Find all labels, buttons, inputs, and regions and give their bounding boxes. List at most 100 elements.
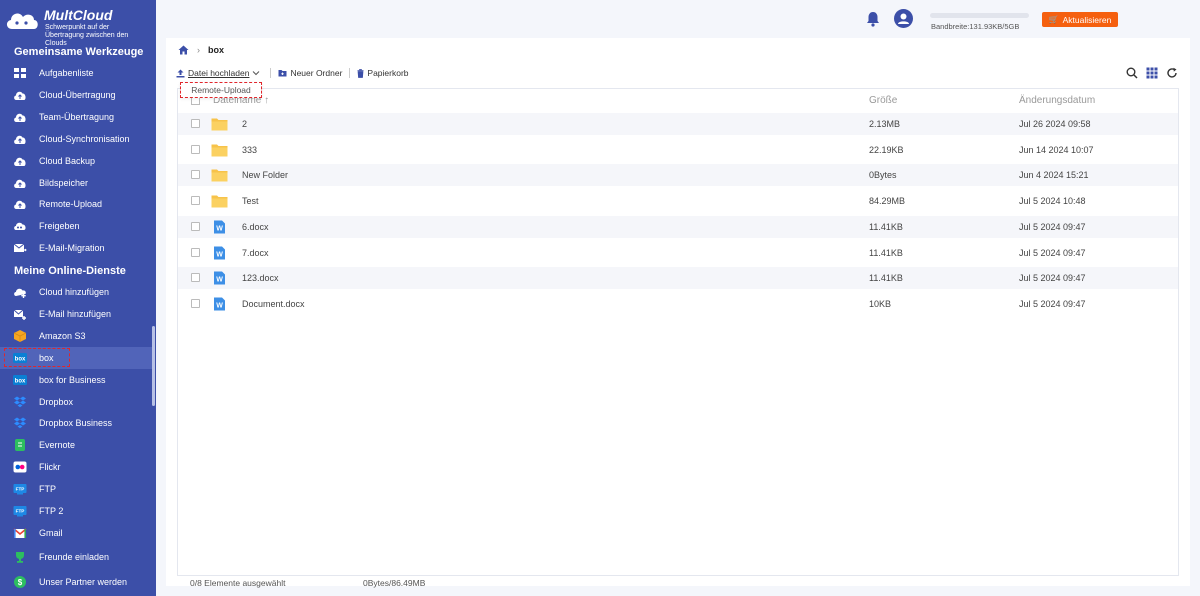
sidebar-item-gmail[interactable]: Gmail: [0, 522, 152, 544]
remote-upload-menu-item[interactable]: Remote-Upload: [180, 82, 262, 98]
table-row[interactable]: New Folder 0Bytes Jun 4 2024 15:21: [178, 164, 1178, 187]
bell-icon[interactable]: [866, 11, 880, 27]
folder-icon: [211, 194, 228, 208]
top-bar: Bandbreite:131.93KB/5GB 🛒 Aktualisieren: [156, 0, 1200, 38]
row-checkbox[interactable]: [191, 196, 200, 206]
breadcrumb-current[interactable]: box: [208, 45, 224, 55]
storage-used: 0Bytes/86.49MB: [363, 578, 426, 588]
sidebar-item-box-for-business[interactable]: box box for Business: [0, 369, 152, 391]
sidebar-item-freunde-einladen[interactable]: Freunde einladen: [0, 546, 152, 568]
sidebar-item-remote-upload[interactable]: Remote-Upload: [0, 193, 152, 215]
status-footer: 0/8 Elemente ausgewählt 0Bytes/86.49MB: [166, 578, 1190, 592]
word-doc-icon: W: [211, 246, 228, 260]
table-row[interactable]: Test 84.29MB Jul 5 2024 10:48: [178, 190, 1178, 212]
section-services-title: Meine Online-Dienste: [14, 265, 126, 277]
column-header-date[interactable]: Änderungsdatum: [1019, 95, 1095, 106]
box-business-icon: box: [13, 373, 27, 387]
gmail-icon: [13, 526, 27, 540]
refresh-icon[interactable]: [1166, 67, 1178, 79]
file-date: Jun 4 2024 15:21: [1019, 170, 1089, 181]
selection-count: 0/8 Elemente ausgewählt: [190, 578, 286, 588]
sidebar-item-dropbox[interactable]: Dropbox: [0, 391, 152, 413]
file-name[interactable]: New Folder: [242, 170, 288, 180]
row-checkbox[interactable]: [191, 221, 200, 231]
dropbox-business-icon: [13, 416, 27, 430]
table-row[interactable]: W 123.docx 11.41KB Jul 5 2024 09:47: [178, 267, 1178, 290]
file-name[interactable]: 333: [242, 145, 257, 155]
row-checkbox[interactable]: [191, 298, 200, 308]
row-checkbox[interactable]: [191, 170, 200, 180]
trash-label: Papierkorb: [367, 68, 409, 78]
cloud-backup-icon: [13, 154, 27, 168]
sidebar-item-label: Gmail: [39, 527, 63, 538]
sidebar-item-unser-partner-werden[interactable]: $ Unser Partner werden: [0, 571, 152, 593]
svg-text:box: box: [15, 378, 26, 384]
file-size: 84.29MB: [869, 196, 906, 207]
sidebar-item-cloud-hinzufügen[interactable]: Cloud hinzufügen: [0, 281, 152, 303]
sidebar-item-aufgabenliste[interactable]: Aufgabenliste: [0, 62, 152, 84]
table-row[interactable]: W Document.docx 10KB Jul 5 2024 09:47: [178, 293, 1178, 315]
trophy-icon: [13, 550, 27, 564]
table-row[interactable]: W 6.docx 11.41KB Jul 5 2024 09:47: [178, 215, 1178, 238]
file-size: 11.41KB: [869, 273, 903, 284]
file-date: Jul 5 2024 09:47: [1019, 273, 1086, 284]
svg-text:$: $: [18, 578, 23, 587]
trash-icon: [357, 68, 364, 78]
multcloud-logo[interactable]: MultCloud Schwerpunkt auf der Übertragun…: [4, 4, 154, 47]
sidebar-item-ftp[interactable]: FTP FTP: [0, 478, 152, 500]
svg-text:W: W: [216, 277, 223, 284]
upgrade-button[interactable]: 🛒 Aktualisieren: [1042, 12, 1118, 27]
sidebar-item-bildspeicher[interactable]: Bildspeicher: [0, 172, 152, 194]
upload-file-button[interactable]: Datei hochladen: [176, 68, 263, 78]
team-transfer-icon: [13, 110, 27, 124]
table-row[interactable]: 333 22.19KB Jun 14 2024 10:07: [178, 139, 1178, 161]
folder-icon: [211, 143, 228, 157]
sidebar-item-e-mail-migration[interactable]: E-Mail-Migration: [0, 237, 152, 259]
svg-text:W: W: [216, 302, 223, 309]
file-name[interactable]: 6.docx: [242, 222, 269, 232]
new-folder-button[interactable]: Neuer Ordner: [278, 68, 342, 78]
search-icon[interactable]: [1126, 67, 1138, 79]
trash-button[interactable]: Papierkorb: [357, 68, 409, 78]
file-size: 11.41KB: [869, 247, 903, 258]
row-checkbox[interactable]: [191, 144, 200, 154]
new-folder-label: Neuer Ordner: [290, 68, 343, 78]
sidebar-item-dropbox-business[interactable]: Dropbox Business: [0, 412, 152, 434]
grid-view-icon[interactable]: [1146, 67, 1158, 79]
view-tools: [1126, 67, 1178, 79]
sidebar-item-label: Dropbox Business: [39, 418, 113, 429]
sidebar-item-label: Cloud-Übertragung: [39, 89, 116, 100]
svg-text:W: W: [216, 225, 223, 232]
file-name[interactable]: 2: [242, 119, 247, 129]
cart-icon: 🛒: [1048, 15, 1059, 24]
sidebar-scrollbar[interactable]: [152, 326, 155, 406]
sidebar-item-cloud-synchronisation[interactable]: Cloud-Synchronisation: [0, 128, 152, 150]
table-row[interactable]: 2 2.13MB Jul 26 2024 09:58: [178, 113, 1178, 135]
file-name[interactable]: Document.docx: [242, 299, 305, 309]
file-name[interactable]: 123.docx: [242, 273, 279, 283]
sidebar-item-amazon-s3[interactable]: Amazon S3: [0, 325, 152, 347]
brand-tagline: Schwerpunkt auf der Übertragung zwischen…: [45, 24, 129, 47]
image-save-icon: [13, 176, 27, 190]
toolbar-divider: [349, 68, 351, 78]
dollar-icon: $: [13, 575, 27, 589]
sidebar-item-cloud-übertragung[interactable]: Cloud-Übertragung: [0, 84, 152, 106]
sidebar-item-evernote[interactable]: Evernote: [0, 434, 152, 456]
column-header-size[interactable]: Größe: [869, 95, 897, 106]
sidebar-item-cloud-backup[interactable]: Cloud Backup: [0, 150, 152, 172]
sidebar-item-team-übertragung[interactable]: Team-Übertragung: [0, 106, 152, 128]
sidebar-item-ftp-2[interactable]: FTP FTP 2: [0, 500, 152, 522]
table-row[interactable]: W 7.docx 11.41KB Jul 5 2024 09:47: [178, 242, 1178, 264]
home-icon[interactable]: [178, 45, 189, 55]
sidebar-item-flickr[interactable]: Flickr: [0, 456, 152, 478]
sidebar-item-e-mail-hinzufügen[interactable]: E-Mail hinzufügen: [0, 303, 152, 325]
row-checkbox[interactable]: [191, 247, 200, 257]
row-checkbox[interactable]: [191, 273, 200, 283]
sidebar-item-freigeben[interactable]: Freigeben: [0, 215, 152, 237]
file-name[interactable]: 7.docx: [242, 248, 269, 258]
word-doc-icon: W: [211, 297, 228, 311]
avatar[interactable]: [894, 9, 913, 28]
sidebar-item-label: Cloud hinzufügen: [39, 287, 110, 297]
file-name[interactable]: Test: [242, 196, 259, 206]
row-checkbox[interactable]: [191, 119, 200, 128]
